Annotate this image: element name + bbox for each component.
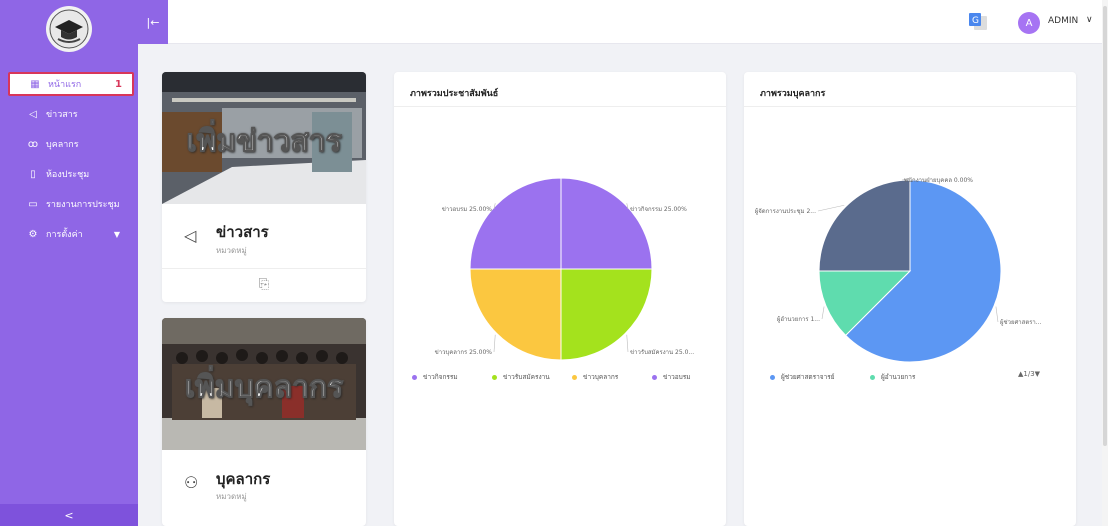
sidebar: ▦ หน้าแรก 1 ◁ ข่าวสาร ꝏ บุคลากร ▯ ห้องปร… xyxy=(0,0,138,526)
news-view-button[interactable]: ⎘ xyxy=(162,268,366,300)
report-icon: ▭ xyxy=(28,198,38,210)
arrow-down-icon[interactable]: ▼ xyxy=(1035,370,1040,378)
pie-slice-3[interactable] xyxy=(469,268,562,361)
megaphone-icon: ◁ xyxy=(184,226,197,245)
legend-dot-icon xyxy=(770,374,775,380)
legend-dot-icon xyxy=(652,374,657,380)
gear-icon: ⚙ xyxy=(28,228,38,240)
legend-item[interactable]: ข่าวกิจกรรม xyxy=(412,372,458,382)
staff-card[interactable]: เพิ่มบุคลากร ⚇ บุคลากร หมวดหมู่ xyxy=(162,318,366,526)
pie-leader-line xyxy=(626,334,629,353)
news-card[interactable]: เพิ่มข่าวสาร ◁ ข่าวสาร หมวดหมู่ ⎘ xyxy=(162,72,366,302)
sidebar-item-news[interactable]: ◁ ข่าวสาร xyxy=(8,102,134,126)
pie-data-label: ข่าวกิจกรรม 25.00% xyxy=(630,206,687,213)
news-cover-text: เพิ่มข่าวสาร xyxy=(186,124,342,160)
pie-data-label: ข่าวบุคลากร 25.00% xyxy=(435,349,493,356)
pie-data-label: ข่าวอบรม 25.00% xyxy=(442,206,493,213)
pie-slice-4[interactable] xyxy=(469,177,562,270)
pie-data-label: ข่าวรับสมัครงาน 25.0... xyxy=(630,349,694,356)
legend-dot-icon xyxy=(572,374,577,380)
legend-label: ผู้ช่วยศาสตราจารย์ xyxy=(781,373,835,381)
pie-data-label: ผู้ช่วยศาสตรา... xyxy=(1000,319,1042,326)
pie-data-label: ผู้จัดการงานประชุม 2... xyxy=(755,208,816,215)
legend-label: ผู้อำนวยการ xyxy=(881,373,916,381)
legend-item[interactable]: ข่าวอบรม xyxy=(652,372,691,382)
grid-icon: ▦ xyxy=(30,78,40,90)
staff-card-title: บุคลากร xyxy=(216,470,271,488)
pie-data-label: ผู้อำนวยการ 1... xyxy=(777,316,820,323)
pie-data-label: พนักงานฝ่ายบุคคล 0.00% xyxy=(904,177,973,184)
add-user-icon: ⚇ xyxy=(184,473,199,492)
topbar: |← G A ADMIN ∨ xyxy=(138,0,1102,44)
legend-item[interactable]: ผู้ช่วยศาสตราจารย์ xyxy=(770,372,835,382)
chevron-down-icon: ▼ xyxy=(113,229,120,239)
university-logo xyxy=(46,6,92,52)
pr-overview-card: ภาพรวมประชาสัมพันธ์ ข่าวกิจกรรม 25.00% ข่… xyxy=(394,72,726,526)
svg-text:G: G xyxy=(972,16,979,26)
pie-slice-2[interactable] xyxy=(560,268,653,361)
sidebar-item-meeting-reports[interactable]: ▭ รายงานการประชุม xyxy=(8,192,134,216)
pie-leader-line xyxy=(995,306,999,323)
legend-label: ข่าวอบรม xyxy=(663,373,691,381)
legend-dot-icon xyxy=(870,374,875,380)
pie-leader-line xyxy=(821,306,825,320)
sidebar-item-meeting-rooms[interactable]: ▯ ห้องประชุม xyxy=(8,162,134,186)
chevron-down-icon[interactable]: ∨ xyxy=(1086,15,1093,25)
legend-pager[interactable]: ▲1/3▼ xyxy=(1018,370,1040,378)
staff-pie-chart: ผู้ช่วยศาสตรา... ผู้อำนวยการ 1... ผู้จัดกา… xyxy=(755,177,1042,363)
user-name[interactable]: ADMIN xyxy=(1048,16,1078,26)
sidebar-item-home[interactable]: ▦ หน้าแรก 1 xyxy=(8,72,134,96)
sidebar-item-settings[interactable]: ⚙ การตั้งค่า ▼ xyxy=(8,222,134,246)
chart-title: ภาพรวมประชาสัมพันธ์ xyxy=(410,89,499,99)
staff-cover-image: เพิ่มบุคลากร xyxy=(162,318,366,450)
pr-pie-chart: ข่าวกิจกรรม 25.00% ข่าวรับสมัครงาน 25.0..… xyxy=(435,177,694,361)
legend-item[interactable]: ข่าวบุคลากร xyxy=(572,372,618,382)
sidebar-collapse-button[interactable]: < xyxy=(0,504,138,526)
news-cover-image: เพิ่มข่าวสาร xyxy=(162,72,366,204)
sidebar-item-staff[interactable]: ꝏ บุคลากร xyxy=(8,132,134,156)
pie-leader-line xyxy=(817,204,845,212)
notification-badge: 1 xyxy=(115,78,122,90)
pie-slice-1[interactable] xyxy=(560,177,653,270)
staff-card-subtitle: หมวดหมู่ xyxy=(216,492,247,501)
avatar[interactable]: A xyxy=(1018,12,1040,34)
collapse-icon: |← xyxy=(146,15,160,29)
pie-slice-3[interactable] xyxy=(818,179,911,272)
sidebar-item-label: บุคลากร xyxy=(46,140,79,150)
sidebar-item-label: หน้าแรก xyxy=(48,80,82,90)
chart-title: ภาพรวมบุคลากร xyxy=(760,89,826,99)
sidebar-item-label: ห้องประชุม xyxy=(46,170,90,180)
sidebar-toggle-button[interactable]: |← xyxy=(138,0,168,44)
users-icon: ꝏ xyxy=(27,138,39,150)
legend-dot-icon xyxy=(492,374,497,380)
legend-label: ข่าวรับสมัครงาน xyxy=(503,373,550,381)
page-scrollbar[interactable] xyxy=(1102,0,1108,526)
pie-leader-line xyxy=(493,334,496,353)
sidebar-item-label: การตั้งค่า xyxy=(46,230,83,240)
legend-page: 1/3 xyxy=(1023,370,1035,378)
translate-icon[interactable]: G xyxy=(968,12,988,32)
legend-item[interactable]: ผู้อำนวยการ xyxy=(870,372,915,382)
legend-dot-icon xyxy=(412,374,417,380)
building-icon: ▯ xyxy=(30,168,36,180)
legend-label: ข่าวบุคลากร xyxy=(583,373,619,381)
document-search-icon: ⎘ xyxy=(258,277,270,292)
staff-overview-card: ภาพรวมบุคลากร ผู้ช่วยศาสตรา... ผู้อำนวยกา… xyxy=(744,72,1076,526)
sidebar-item-label: ข่าวสาร xyxy=(46,110,78,120)
sidebar-item-label: รายงานการประชุม xyxy=(46,200,120,210)
news-card-subtitle: หมวดหมู่ xyxy=(216,246,247,255)
legend-label: ข่าวกิจกรรม xyxy=(423,373,458,381)
staff-cover-text: เพิ่มบุคลากร xyxy=(184,370,344,406)
news-card-title: ข่าวสาร xyxy=(216,223,269,241)
chevron-left-icon: < xyxy=(64,508,74,522)
megaphone-icon: ◁ xyxy=(29,108,37,120)
legend-item[interactable]: ข่าวรับสมัครงาน xyxy=(492,372,550,382)
